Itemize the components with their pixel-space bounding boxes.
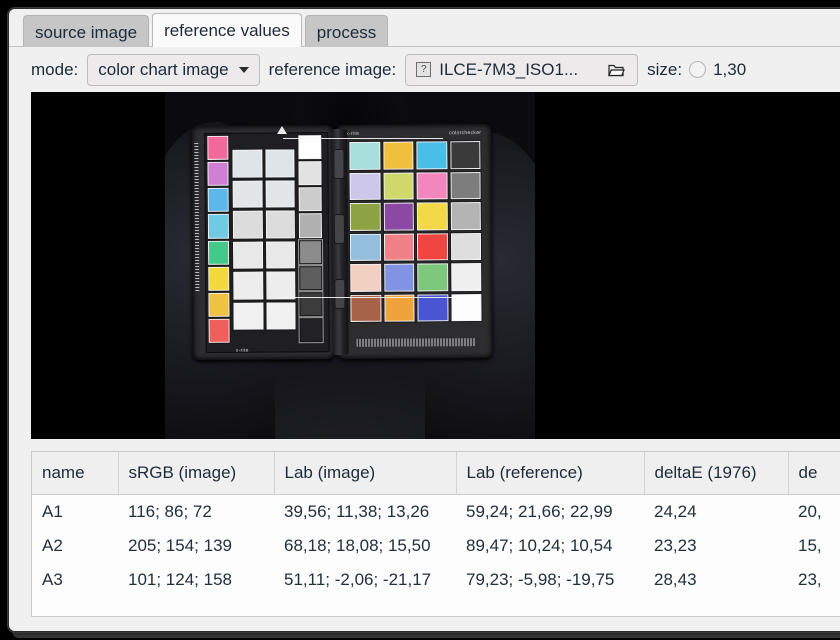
reference-values-table[interactable]: name sRGB (image) Lab (image) Lab (refer… — [31, 451, 840, 617]
tab-reference-values[interactable]: reference values — [152, 13, 302, 47]
image-placeholder-icon: ? — [416, 62, 432, 77]
table-header-row: name sRGB (image) Lab (image) Lab (refer… — [32, 452, 840, 495]
window-chrome: source image reference values process mo… — [9, 9, 840, 631]
size-slider-knob[interactable] — [689, 61, 707, 78]
right-chart-name-label: colorchecker — [449, 130, 482, 137]
application-window: source image reference values process mo… — [8, 8, 840, 632]
column-header-name[interactable]: name — [32, 452, 119, 495]
cell-delta-e-next: 23, — [798, 569, 822, 589]
enhancement-color-column — [206, 134, 231, 344]
cell-lab-image: 51,11; -2,06; -21,17 — [284, 569, 432, 589]
size-value: 1,30 — [713, 59, 747, 79]
column-header-delta-e-next[interactable]: de — [788, 452, 840, 495]
mode-dropdown-value: color chart image — [98, 59, 229, 79]
cell-lab-reference: 79,23; -5,98; -19,75 — [466, 569, 615, 589]
tab-source-image[interactable]: source image — [23, 15, 150, 48]
cell-srgb-image: 101; 124; 158 — [128, 569, 232, 589]
size-label: size: — [647, 59, 683, 79]
chevron-down-icon — [238, 66, 249, 73]
white-balance-patches — [231, 148, 297, 331]
right-chart-brand-label: x-rite — [346, 130, 360, 137]
mode-dropdown[interactable]: color chart image — [87, 53, 260, 86]
cell-name: A1 — [42, 501, 63, 521]
size-control[interactable]: size: 1,30 — [647, 60, 746, 80]
table-row[interactable]: A3 101; 124; 158 51,11; -2,06; -21,17 79… — [32, 563, 840, 597]
passport-right-leaf: x-rite colorchecker — [336, 123, 493, 360]
toolbar: mode: color chart image reference image:… — [9, 46, 840, 92]
passport-hinge — [331, 128, 349, 356]
reference-photo: x-rite x-rite colorchecker — [165, 92, 535, 439]
cell-lab-image: 68,18; 18,08; 15,50 — [284, 535, 431, 555]
left-chart-brand-label: x-rite — [235, 347, 249, 354]
table-row[interactable]: A2 205; 154; 139 68,18; 18,08; 15,50 89,… — [32, 529, 840, 563]
cell-delta-e-1976: 24,24 — [654, 501, 697, 521]
table-row[interactable]: A1 116; 86; 72 39,56; 11,38; 13,26 59,24… — [32, 494, 840, 529]
cell-srgb-image: 205; 154; 139 — [128, 535, 232, 555]
grayscale-ramp-column — [297, 134, 324, 344]
cell-delta-e-1976: 23,23 — [654, 535, 697, 555]
tab-bar: source image reference values process — [9, 9, 840, 48]
ruler-horizontal — [356, 338, 475, 347]
cell-name: A3 — [42, 569, 63, 589]
reference-image-label: reference image: — [268, 59, 397, 79]
cell-delta-e-1976: 28,43 — [654, 569, 697, 589]
cell-lab-reference: 59,24; 21,66; 22,99 — [466, 501, 613, 521]
classic-chart-patches — [348, 140, 483, 323]
folder-open-icon[interactable] — [608, 62, 625, 77]
column-header-lab-reference[interactable]: Lab (reference) — [456, 452, 645, 495]
mode-label: mode: — [31, 59, 79, 79]
passport-left-leaf: x-rite — [191, 125, 335, 361]
reference-image-value: ILCE-7M3_ISO1... — [439, 59, 579, 79]
column-header-srgb-image[interactable]: sRGB (image) — [118, 452, 275, 495]
values-table: name sRGB (image) Lab (image) Lab (refer… — [32, 452, 840, 597]
selection-marker-icon[interactable] — [277, 126, 287, 134]
selection-guide-top[interactable] — [283, 138, 443, 139]
tab-process[interactable]: process — [304, 15, 389, 48]
cell-lab-reference: 89,47; 10,24; 10,54 — [466, 535, 613, 555]
colorchecker-passport: x-rite x-rite colorchecker — [191, 123, 493, 361]
column-header-lab-image[interactable]: Lab (image) — [274, 452, 457, 495]
ruler-vertical — [194, 143, 200, 294]
cell-srgb-image: 116; 86; 72 — [128, 501, 212, 521]
cell-lab-image: 39,56; 11,38; 13,26 — [284, 501, 430, 521]
cell-delta-e-next: 15, — [798, 535, 822, 555]
cell-name: A2 — [42, 535, 63, 555]
image-viewer[interactable]: x-rite x-rite colorchecker — [31, 92, 840, 439]
cell-delta-e-next: 20, — [798, 501, 822, 521]
selection-guide-bottom[interactable] — [275, 297, 455, 298]
column-header-delta-e-1976[interactable]: deltaE (1976) — [644, 452, 789, 495]
reference-image-field[interactable]: ? ILCE-7M3_ISO1... — [405, 53, 639, 86]
